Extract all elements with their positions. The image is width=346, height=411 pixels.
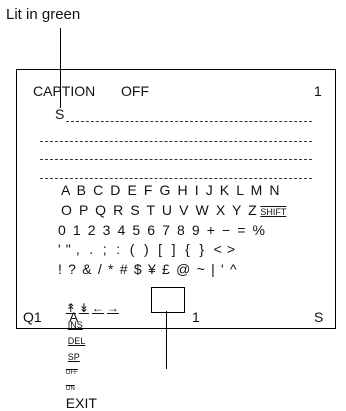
keyboard-row-letters-2[interactable]: O P Q R S T U V W X Y Z SHIFT (61, 202, 286, 218)
arrow-right-icon[interactable]: → (107, 301, 119, 315)
on-key-label: ON (65, 386, 75, 392)
text-line-2 (40, 141, 312, 142)
keyboard-row-symbols-1[interactable]: ' " , . ; : ( ) [ ] { } < > (58, 241, 236, 257)
keyboard-row-letters-1[interactable]: A B C D E F G H I J K L M N (61, 182, 281, 198)
callout-leader-bottom (166, 311, 168, 369)
on-key[interactable]: ON (66, 386, 75, 392)
footer-number: 1 (192, 309, 200, 325)
caption-mode-label: CAPTION (33, 83, 96, 99)
shift-key[interactable]: SHIFT (260, 207, 286, 217)
del-highlight-box (151, 287, 185, 313)
text-line-1 (66, 121, 312, 122)
off-key[interactable]: OFF (66, 370, 78, 376)
text-line-4 (40, 178, 312, 179)
text-line-3 (40, 159, 312, 160)
cursor-char: S (55, 106, 65, 122)
keyboard-row-digits[interactable]: 0 1 2 3 4 5 6 7 8 9 + − = % (58, 222, 267, 238)
footer-mode: S (314, 309, 324, 325)
caption-state-label: OFF (121, 83, 149, 99)
page-number: 1 (314, 83, 322, 99)
del-key[interactable]: DEL (68, 336, 86, 346)
off-key-label: OFF (65, 370, 78, 376)
exit-key[interactable]: EXIT (66, 395, 97, 411)
control-row[interactable]: ↟ ↡ ← → INS DEL SP OFF ON EXIT (58, 283, 122, 411)
keyboard-row-letters-2-text[interactable]: O P Q R S T U V W X Y Z (61, 202, 258, 218)
callout-label-lit-in-green: Lit in green (6, 6, 81, 23)
arrow-left-icon[interactable]: ← (92, 301, 104, 315)
footer-char: A (69, 309, 79, 325)
keyboard-row-symbols-2[interactable]: ! ? & / * # $ ¥ £ @ ~ | ' ^ (58, 261, 238, 277)
footer-channel: Q1 (23, 309, 42, 325)
arrow-down-icon[interactable]: ↡ (79, 301, 89, 315)
sp-key[interactable]: SP (68, 352, 80, 362)
